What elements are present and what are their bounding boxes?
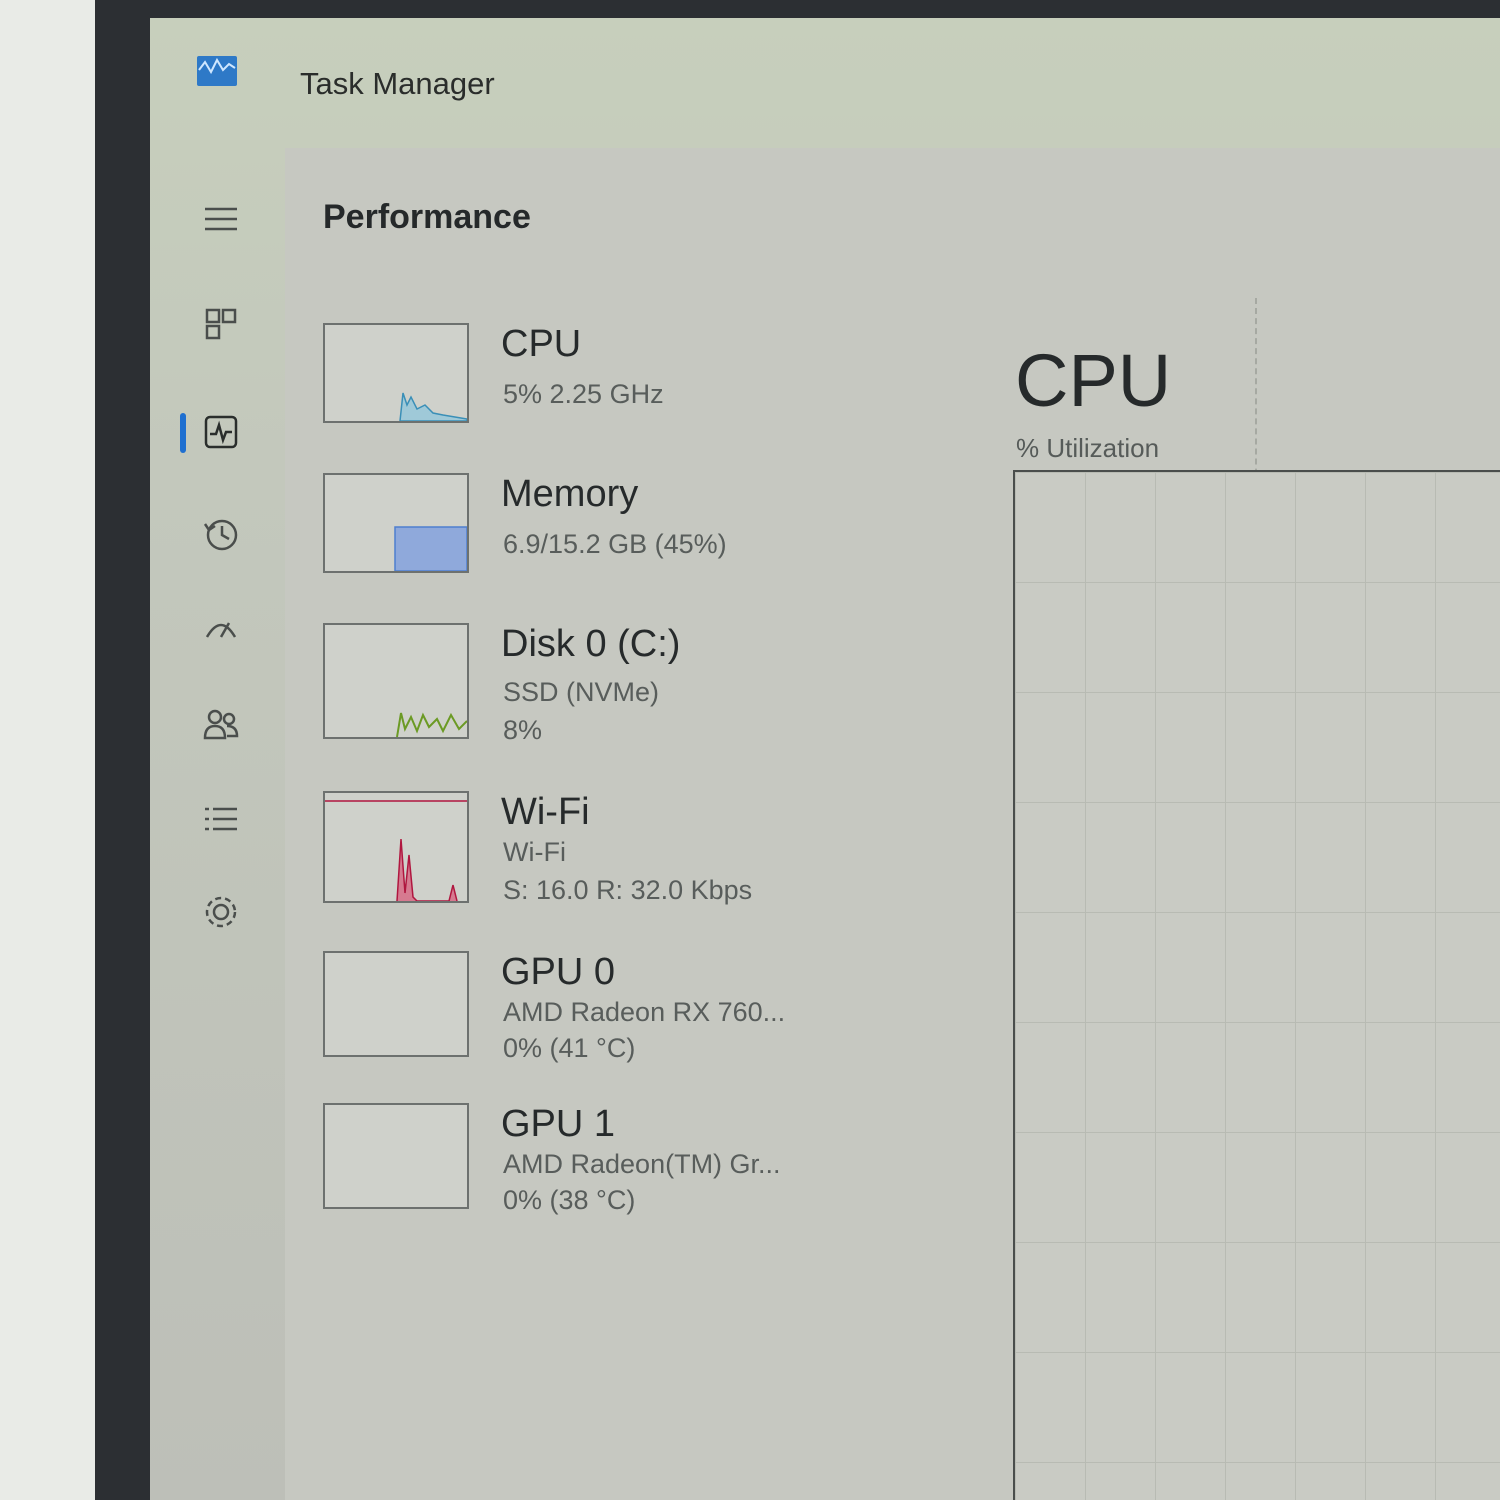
- item-detail: AMD Radeon(TM) Gr...: [503, 1149, 781, 1179]
- detail-subtitle: % Utilization: [1016, 433, 1160, 463]
- item-detail: 0% (41 °C): [503, 1033, 636, 1063]
- gpu1-thumbnail: [323, 1103, 469, 1209]
- item-detail: 8%: [503, 715, 543, 745]
- wifi-thumbnail: [323, 791, 469, 903]
- app-history-icon[interactable]: [195, 508, 247, 560]
- task-manager-window: Task Manager Performance CPU 5% 2.25 GHz…: [150, 18, 1500, 1500]
- item-name: GPU 0: [501, 951, 616, 993]
- selected-indicator: [180, 413, 186, 453]
- disk-thumbnail: [323, 623, 469, 739]
- item-name: Disk 0 (C:): [501, 623, 681, 665]
- page-title: Performance: [323, 198, 531, 236]
- perf-item-cpu[interactable]: CPU 5% 2.25 GHz: [323, 323, 843, 453]
- memory-thumbnail: [323, 473, 469, 573]
- item-detail: 0% (38 °C): [503, 1185, 636, 1215]
- item-name: CPU: [501, 323, 582, 365]
- item-detail: Wi-Fi: [503, 837, 566, 867]
- users-icon[interactable]: [195, 698, 247, 750]
- perf-item-disk[interactable]: Disk 0 (C:) SSD (NVMe) 8%: [323, 623, 843, 753]
- item-detail: AMD Radeon RX 760...: [503, 997, 786, 1027]
- task-manager-icon: [197, 56, 237, 86]
- perf-item-memory[interactable]: Memory 6.9/15.2 GB (45%): [323, 473, 843, 603]
- utilization-graph: [1013, 470, 1500, 1500]
- item-name: Memory: [501, 473, 639, 515]
- perf-item-gpu0[interactable]: GPU 0 AMD Radeon RX 760... 0% (41 °C): [323, 951, 843, 1081]
- detail-title: CPU: [1015, 339, 1172, 422]
- item-name: Wi-Fi: [501, 791, 590, 833]
- item-detail: SSD (NVMe): [503, 677, 660, 707]
- item-detail: 6.9/15.2 GB (45%): [503, 529, 727, 559]
- performance-icon[interactable]: [195, 406, 247, 458]
- navigation-rail: [150, 168, 280, 1468]
- gpu0-thumbnail: [323, 951, 469, 1057]
- services-icon[interactable]: [195, 886, 247, 938]
- perf-item-wifi[interactable]: Wi-Fi Wi-Fi S: 16.0 R: 32.0 Kbps: [323, 791, 843, 921]
- performance-panel: Performance CPU 5% 2.25 GHz Memory 6.9/1…: [285, 148, 1500, 1500]
- details-icon[interactable]: [195, 793, 247, 845]
- perf-item-gpu1[interactable]: GPU 1 AMD Radeon(TM) Gr... 0% (38 °C): [323, 1103, 843, 1233]
- item-name: GPU 1: [501, 1103, 616, 1145]
- cpu-thumbnail: [323, 323, 469, 423]
- item-detail: S: 16.0 R: 32.0 Kbps: [503, 875, 753, 905]
- item-detail: 5% 2.25 GHz: [503, 379, 664, 409]
- startup-apps-icon[interactable]: [195, 603, 247, 655]
- processes-icon[interactable]: [195, 298, 247, 350]
- window-title: Task Manager: [300, 66, 495, 101]
- hamburger-menu-icon[interactable]: [195, 193, 247, 245]
